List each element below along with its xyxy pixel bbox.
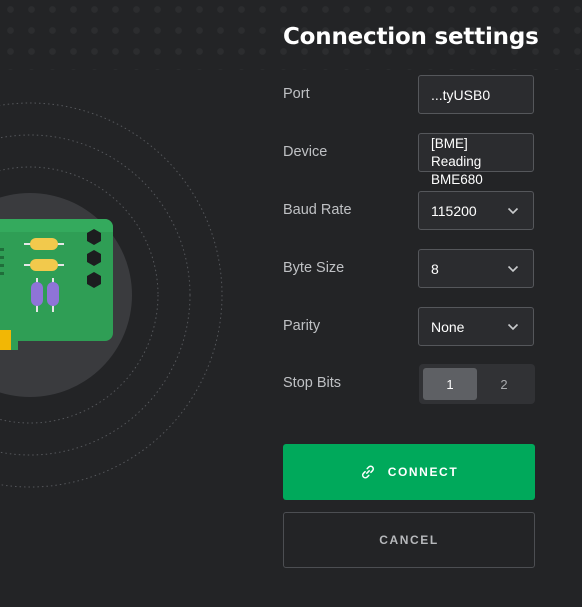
stop-bits-option-1[interactable]: 1 [423, 368, 477, 400]
cancel-button[interactable]: CANCEL [283, 512, 535, 568]
link-icon [361, 465, 374, 479]
byte-size-value: 8 [431, 260, 439, 277]
byte-size-select[interactable]: 8 [418, 249, 534, 288]
stop-bits-toggle[interactable]: 1 2 [419, 364, 535, 404]
chevron-down-icon [507, 265, 519, 272]
cancel-label: CANCEL [379, 533, 439, 547]
device-value-line1: [BME] Reading [431, 136, 482, 169]
chevron-down-icon [507, 323, 519, 330]
parity-select[interactable]: None [418, 307, 534, 346]
device-field[interactable]: [BME] Reading BME680 [418, 133, 534, 187]
device-label: Device [283, 144, 328, 160]
parity-label: Parity [283, 318, 321, 334]
page-title: Connection settings [283, 24, 539, 50]
stop-bits-option-2[interactable]: 2 [477, 368, 531, 400]
port-field[interactable]: ...tyUSB0 [418, 75, 534, 114]
device-value: [BME] Reading BME680 [431, 135, 521, 189]
byte-size-label: Byte Size [283, 260, 345, 276]
connect-button[interactable]: CONNECT [283, 444, 535, 500]
port-value: ...tyUSB0 [431, 86, 491, 103]
device-value-line2: BME680 [431, 172, 483, 187]
baud-rate-label: Baud Rate [283, 202, 352, 218]
port-label: Port [283, 86, 310, 102]
baud-rate-select[interactable]: 115200 [418, 191, 534, 230]
connect-label: CONNECT [387, 465, 459, 479]
circuit-board-illustration [0, 102, 223, 488]
stop-bits-label: Stop Bits [283, 375, 342, 391]
baud-rate-value: 115200 [431, 202, 477, 219]
chevron-down-icon [507, 207, 519, 214]
parity-value: None [431, 318, 465, 335]
